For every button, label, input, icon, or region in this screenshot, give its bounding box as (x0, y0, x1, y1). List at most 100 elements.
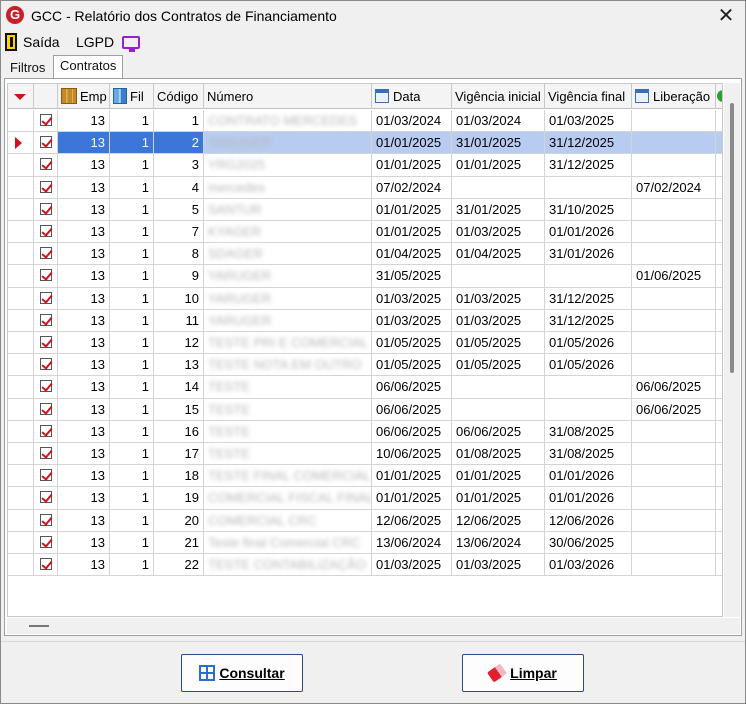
cell-data[interactable]: 01/01/2025 (372, 465, 452, 488)
cell-emp[interactable]: 13 (58, 531, 110, 554)
cell-liberacao[interactable] (632, 309, 716, 332)
cell-data[interactable]: 01/03/2025 (372, 554, 452, 577)
cell-fil[interactable]: 1 (110, 509, 154, 532)
cell-emp[interactable]: 13 (58, 198, 110, 221)
vertical-scrollbar[interactable] (724, 83, 740, 617)
table-row[interactable]: 13 1 15 TESTE 06/06/2025 06/06/2025 (8, 398, 722, 421)
cell-numero[interactable]: Teste final Comercial CRC (204, 531, 372, 554)
row-indicator[interactable] (8, 531, 34, 554)
row-indicator[interactable] (8, 198, 34, 221)
row-checkbox-cell[interactable] (34, 443, 58, 466)
table-row[interactable]: 13 1 10 YARUGER 01/03/2025 01/03/2025 31/12/20… (8, 287, 722, 310)
cell-vig-final[interactable]: 30/06/2025 (545, 531, 632, 554)
limpar-button[interactable]: Limpar (462, 654, 584, 692)
cell-data[interactable]: 01/03/2025 (372, 309, 452, 332)
cell-vig-inicial[interactable] (452, 265, 545, 288)
row-checkbox-cell[interactable] (34, 420, 58, 443)
cell-codigo[interactable]: 14 (154, 376, 204, 399)
row-checkbox-cell[interactable] (34, 332, 58, 355)
checkbox-checked-icon[interactable] (39, 535, 52, 548)
tab-contratos[interactable]: Contratos (53, 55, 124, 79)
cell-codigo[interactable]: 22 (154, 554, 204, 577)
checkbox-checked-icon[interactable] (39, 180, 52, 193)
cell-vig-inicial[interactable]: 01/08/2025 (452, 443, 545, 466)
row-indicator[interactable] (8, 176, 34, 199)
cell-vig-final[interactable]: 01/03/2025 (545, 110, 632, 133)
horizontal-scrollbar[interactable] (7, 618, 740, 634)
cell-vig-inicial[interactable]: 01/05/2025 (452, 332, 545, 355)
row-checkbox-cell[interactable] (34, 243, 58, 266)
cell-codigo[interactable]: 4 (154, 176, 204, 199)
cell-liberacao[interactable] (632, 221, 716, 244)
checkbox-checked-icon[interactable] (39, 291, 52, 304)
cell-emp[interactable]: 13 (58, 354, 110, 377)
cell-extra[interactable] (716, 465, 722, 488)
table-row[interactable]: 13 1 3 YRG2025 01/01/2025 01/01/2025 31/12/202… (8, 154, 722, 177)
checkbox-checked-icon[interactable] (39, 402, 52, 415)
checkbox-checked-icon[interactable] (39, 114, 52, 126)
cell-vig-inicial[interactable] (452, 398, 545, 421)
cell-numero[interactable]: SANTUR (204, 198, 372, 221)
cell-fil[interactable]: 1 (110, 531, 154, 554)
cell-fil[interactable]: 1 (110, 443, 154, 466)
cell-liberacao[interactable] (632, 420, 716, 443)
cell-extra[interactable] (716, 532, 722, 554)
cell-data[interactable]: 01/01/2025 (372, 221, 452, 244)
cell-extra[interactable] (716, 487, 722, 510)
checkbox-checked-icon[interactable] (39, 469, 52, 482)
cell-liberacao[interactable] (632, 287, 716, 310)
cell-vig-final[interactable]: 01/05/2026 (545, 332, 632, 355)
cell-extra[interactable] (716, 443, 722, 466)
header-liberacao[interactable]: Liberação (632, 84, 716, 109)
cell-liberacao[interactable] (632, 443, 716, 466)
row-checkbox-cell[interactable] (34, 198, 58, 221)
header-vigencia-inicial[interactable]: Vigência inicial (452, 84, 545, 109)
cell-vig-inicial[interactable]: 12/06/2025 (452, 509, 545, 532)
cell-numero[interactable]: SDAGER (204, 243, 372, 266)
cell-codigo[interactable]: 13 (154, 354, 204, 377)
checkbox-checked-icon[interactable] (39, 491, 52, 504)
cell-emp[interactable]: 13 (58, 110, 110, 133)
row-indicator[interactable] (8, 287, 34, 310)
row-indicator[interactable] (8, 420, 34, 443)
cell-vig-final[interactable] (545, 176, 632, 199)
row-indicator[interactable] (8, 487, 34, 510)
cell-liberacao[interactable] (632, 531, 716, 554)
cell-codigo[interactable]: 11 (154, 309, 204, 332)
cell-emp[interactable]: 13 (58, 265, 110, 288)
cell-extra[interactable] (716, 376, 722, 399)
cell-vig-inicial[interactable]: 13/06/2024 (452, 531, 545, 554)
cell-extra[interactable] (716, 399, 722, 421)
cell-vig-inicial[interactable]: 06/06/2025 (452, 420, 545, 443)
cell-numero[interactable]: TESTE (204, 398, 372, 421)
cell-emp[interactable]: 13 (58, 221, 110, 244)
cell-extra[interactable] (716, 288, 722, 310)
cell-data[interactable]: 10/06/2025 (372, 443, 452, 466)
cell-numero[interactable]: CONTRATO MERCEDES (204, 110, 372, 133)
row-indicator[interactable] (8, 332, 34, 355)
cell-numero[interactable]: YRG2025 (204, 154, 372, 177)
cell-extra[interactable] (716, 354, 722, 377)
header-data[interactable]: Data (372, 84, 452, 109)
table-row[interactable]: 13 1 8 SDAGER 01/04/2025 01/04/2025 31/01/2026 (8, 243, 722, 266)
cell-data[interactable]: 01/05/2025 (372, 332, 452, 355)
row-checkbox-cell[interactable] (34, 287, 58, 310)
cell-codigo[interactable]: 1 (154, 110, 204, 133)
vertical-scroll-thumb[interactable] (730, 103, 734, 373)
table-row[interactable]: 13 1 14 TESTE 06/06/2025 06/06/2025 (8, 376, 722, 399)
cell-codigo[interactable]: 12 (154, 332, 204, 355)
checkbox-checked-icon[interactable] (39, 358, 52, 371)
row-checkbox-cell[interactable] (34, 509, 58, 532)
cell-vig-final[interactable]: 31/08/2025 (545, 420, 632, 443)
cell-codigo[interactable]: 17 (154, 443, 204, 466)
cell-fil[interactable]: 1 (110, 221, 154, 244)
cell-extra[interactable] (716, 310, 722, 332)
cell-data[interactable]: 01/04/2025 (372, 243, 452, 266)
cell-vig-inicial[interactable]: 01/04/2025 (452, 243, 545, 266)
cell-numero[interactable]: TESTE (204, 420, 372, 443)
cell-codigo[interactable]: 5 (154, 198, 204, 221)
cell-data[interactable]: 06/06/2025 (372, 420, 452, 443)
cell-numero[interactable]: YARUGER (204, 309, 372, 332)
cell-vig-inicial[interactable]: 01/01/2025 (452, 487, 545, 510)
cell-vig-final[interactable]: 31/01/2026 (545, 243, 632, 266)
